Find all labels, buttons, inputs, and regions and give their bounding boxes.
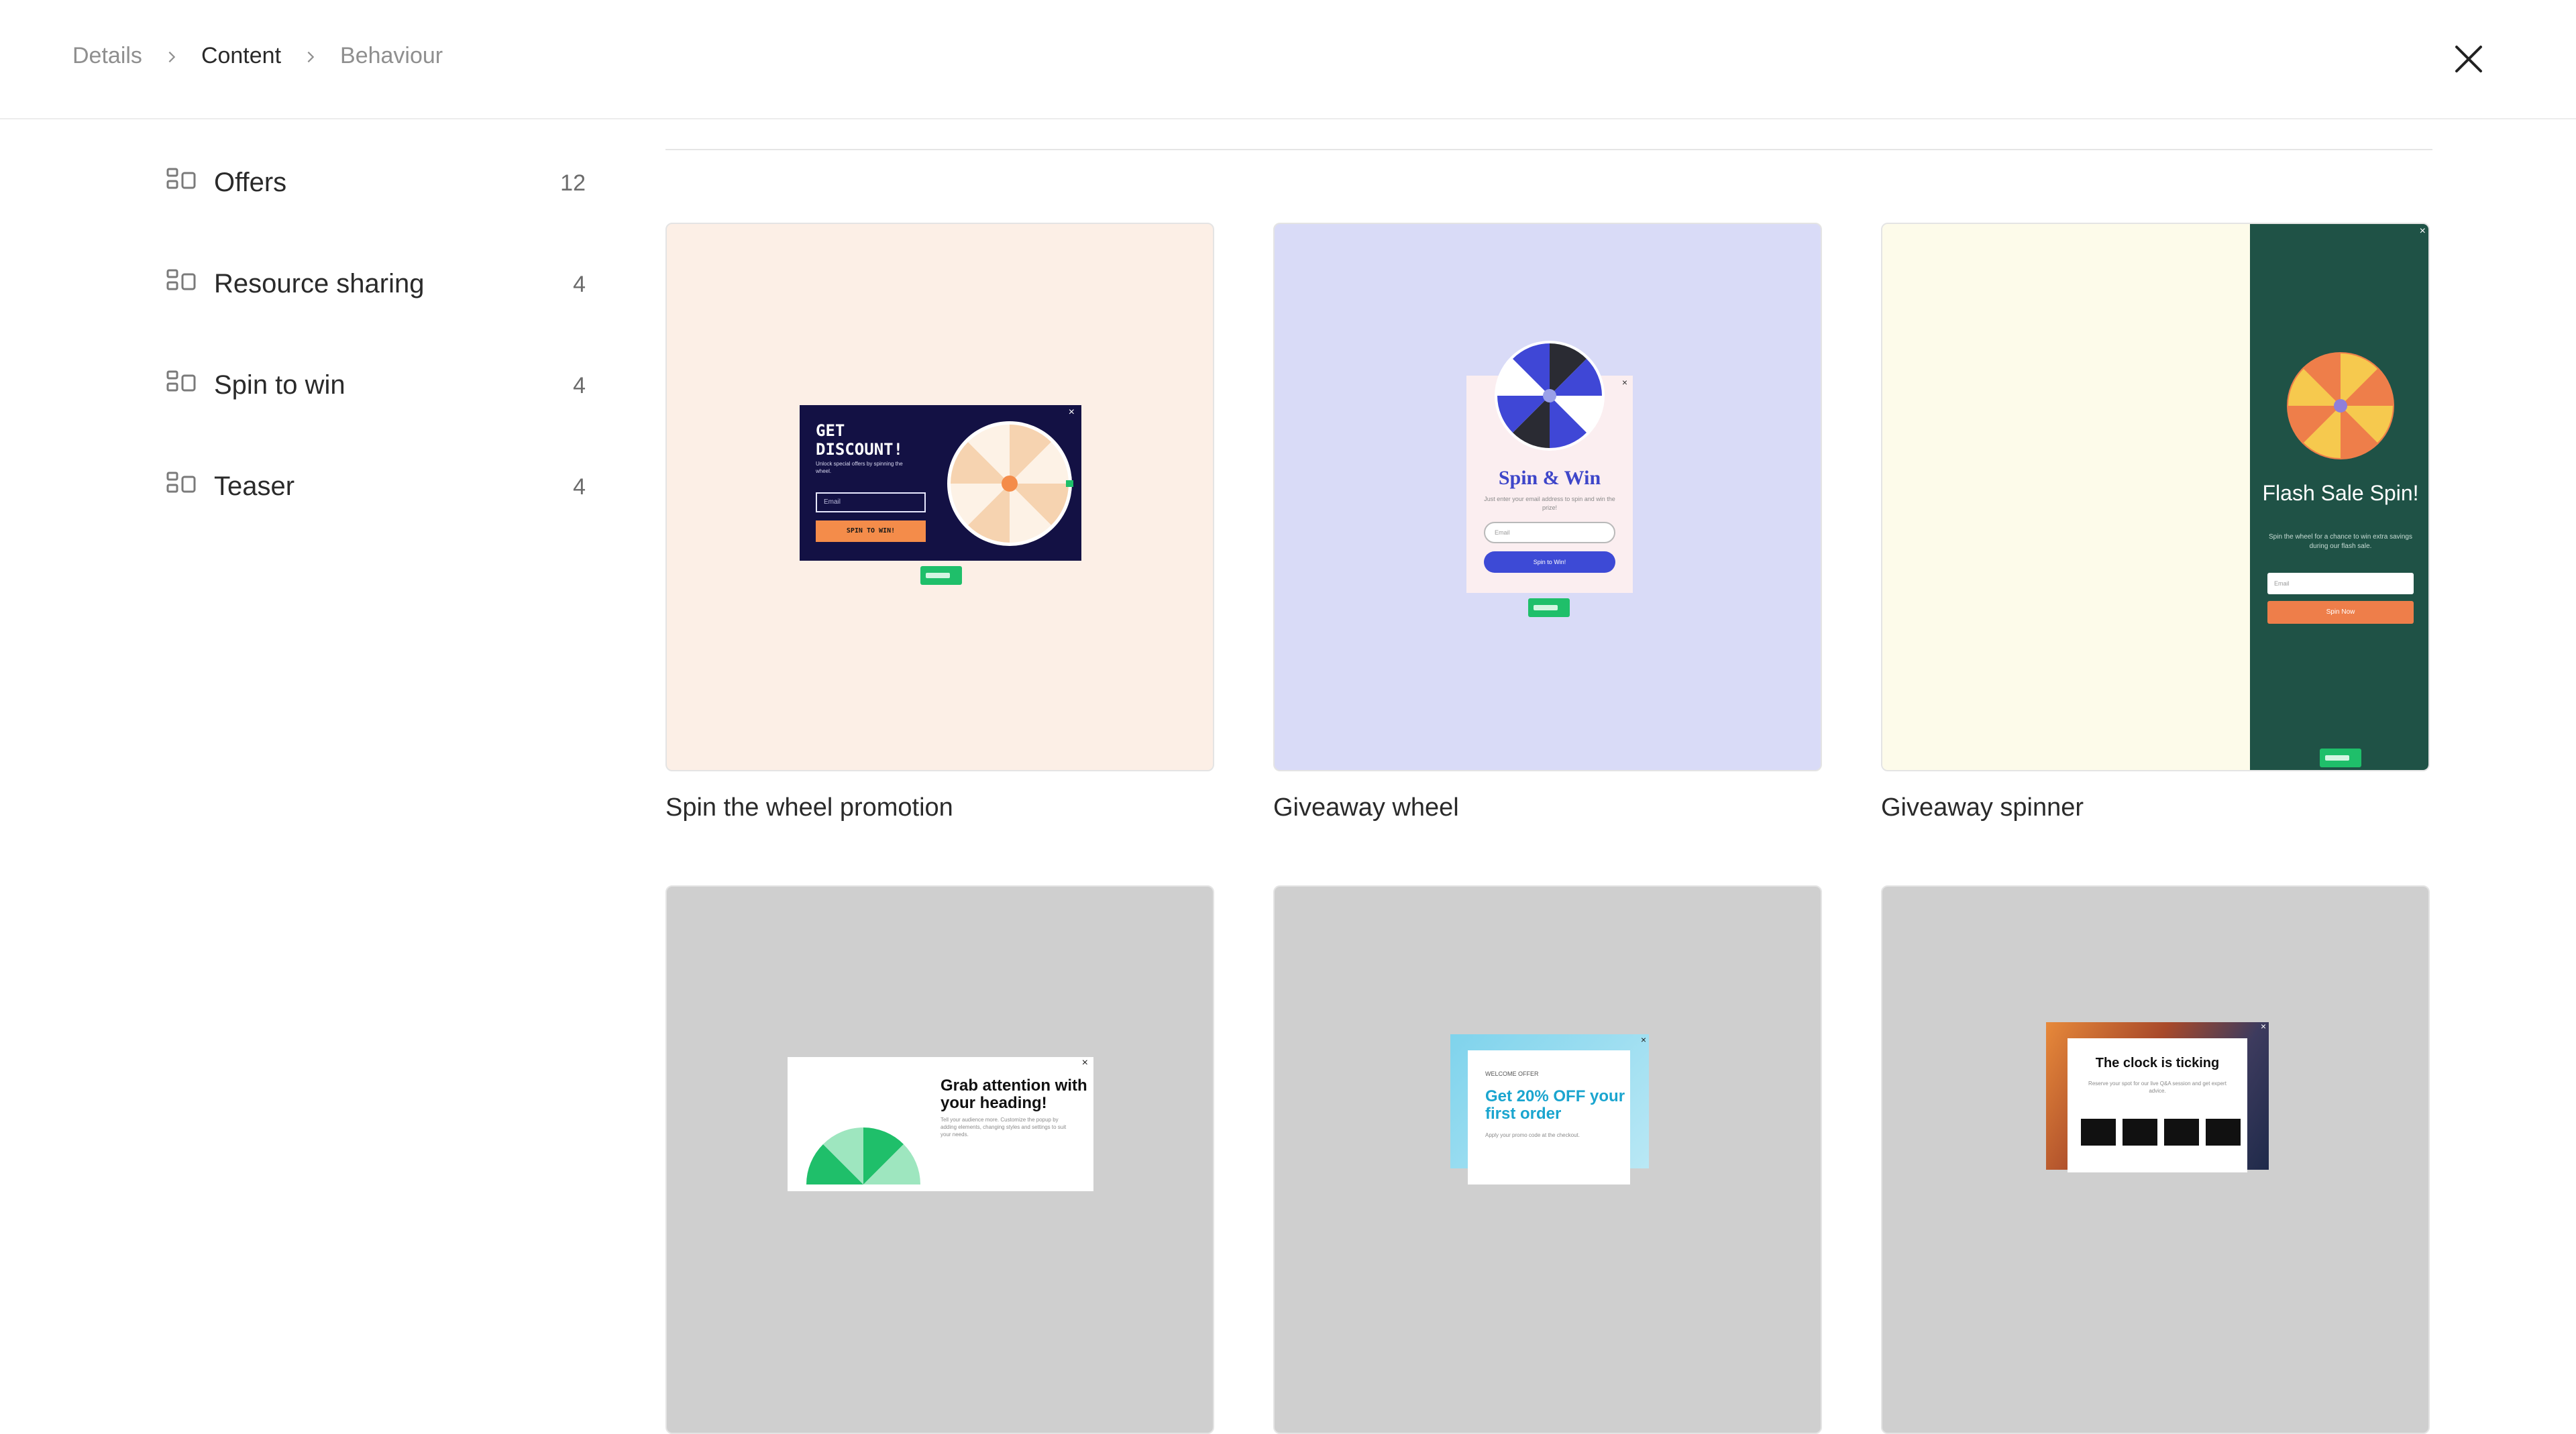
preview-subtext: Tell your audience more. Customize the p… <box>941 1117 1067 1138</box>
preview-email-field: Email <box>2267 573 2414 594</box>
preview-eyebrow: WELCOME OFFER <box>1485 1070 1539 1077</box>
preview-subtext: Apply your promo code at the checkout. <box>1485 1132 1580 1138</box>
close-icon: × <box>2419 225 2426 237</box>
chevron-right-icon <box>281 43 340 69</box>
template-icon <box>166 168 196 189</box>
template-card-welcome-offer[interactable]: × WELCOME OFFER Get 20% OFF your first o… <box>1273 885 1822 1434</box>
sidebar-item-spin-to-win[interactable]: Spin to win 4 <box>166 357 586 458</box>
preview-heading: The clock is ticking <box>2095 1056 2220 1070</box>
breadcrumb-behaviour[interactable]: Behaviour <box>340 43 443 69</box>
preview-button: Spin Now <box>2267 601 2414 624</box>
popup-preview: × WELCOME OFFER Get 20% OFF your first o… <box>1450 1034 1649 1184</box>
countdown-box <box>2206 1119 2241 1146</box>
countdown-boxes <box>2081 1119 2241 1146</box>
template-title: Spin the wheel promotion <box>665 793 953 822</box>
category-sidebar: Offers 12 Resource sharing 4 Spin to win… <box>166 154 586 559</box>
popup-content: The clock is ticking Reserve your spot f… <box>2068 1038 2247 1172</box>
sidebar-item-label: Spin to win <box>214 370 345 400</box>
divider <box>665 149 2432 150</box>
template-card-teaser-wheel[interactable]: × Grab attention with your heading! Tell… <box>665 885 1214 1434</box>
preview-heading: Spin & Win <box>1498 467 1601 489</box>
sidebar-item-count: 4 <box>573 272 586 297</box>
breadcrumb: Details Content Behaviour <box>72 43 443 69</box>
breadcrumb-content[interactable]: Content <box>201 43 281 69</box>
preview-button: SPIN TO WIN! <box>816 520 926 542</box>
wheel-graphic <box>1495 341 1605 451</box>
preview-email-field: Email <box>816 492 926 512</box>
preview-heading: Grab attention with your heading! <box>941 1077 1087 1112</box>
template-card-giveaway-wheel[interactable]: × Spin & Win Just enter your email addre… <box>1273 223 1822 771</box>
popup-preview: × The clock is ticking Reserve your spot… <box>2046 1021 2269 1172</box>
template-icon <box>166 472 196 493</box>
popup-preview: × Grab attention with your heading! Tell… <box>788 1057 1093 1191</box>
sidebar-item-count: 12 <box>560 170 586 196</box>
chevron-right-icon <box>142 43 201 69</box>
close-icon: × <box>1640 1034 1646 1045</box>
popup-content: WELCOME OFFER Get 20% OFF your first ord… <box>1468 1050 1630 1184</box>
wheel-graphic <box>2287 352 2394 459</box>
top-bar: Details Content Behaviour <box>0 0 2576 119</box>
close-icon: × <box>1621 377 1627 388</box>
preview-subtext: Spin the wheel for a chance to win extra… <box>2268 533 2412 550</box>
countdown-box <box>2164 1119 2199 1146</box>
wheel-graphic <box>806 1127 920 1184</box>
template-card-spin-the-wheel[interactable]: × GET DISCOUNT! Unlock special offers by… <box>665 223 1214 771</box>
preview-button: Spin to Win! <box>1484 551 1615 573</box>
branding-badge <box>920 566 962 585</box>
sidebar-item-label: Resource sharing <box>214 269 425 298</box>
template-card-giveaway-spinner[interactable]: × Flash Sale Spin! Spin the wheel for a … <box>1881 223 2430 771</box>
popup-preview: × GET DISCOUNT! Unlock special offers by… <box>800 405 1081 561</box>
close-icon[interactable] <box>2453 43 2485 75</box>
countdown-box <box>2123 1119 2157 1146</box>
preview-background <box>1882 224 2250 770</box>
template-icon <box>166 370 196 392</box>
sidebar-item-count: 4 <box>573 474 586 500</box>
preview-heading: Flash Sale Spin! <box>2262 481 2419 505</box>
template-title: Giveaway wheel <box>1273 793 1459 822</box>
close-icon: × <box>1081 1057 1088 1068</box>
template-card-countdown[interactable]: × The clock is ticking Reserve your spot… <box>1881 885 2430 1434</box>
preview-email-field: Email <box>1484 522 1615 543</box>
sidebar-item-teaser[interactable]: Teaser 4 <box>166 458 586 559</box>
sidebar-item-resource-sharing[interactable]: Resource sharing 4 <box>166 256 586 357</box>
sidebar-item-label: Offers <box>214 168 287 197</box>
close-icon: × <box>1068 406 1075 418</box>
template-title: Giveaway spinner <box>1881 793 2084 822</box>
template-icon <box>166 269 196 290</box>
close-icon: × <box>2260 1021 2266 1032</box>
breadcrumb-details[interactable]: Details <box>72 43 142 69</box>
branding-badge <box>1528 598 1570 617</box>
popup-preview: × Flash Sale Spin! Spin the wheel for a … <box>2250 224 2428 770</box>
preview-subtext: Reserve your spot for our live Q&A sessi… <box>2088 1081 2226 1094</box>
preview-heading: GET DISCOUNT! <box>816 421 904 459</box>
preview-heading: Get 20% OFF your first order <box>1485 1087 1625 1123</box>
branding-badge <box>2320 749 2361 767</box>
countdown-box <box>2081 1119 2116 1146</box>
sidebar-item-label: Teaser <box>214 472 295 501</box>
wheel-graphic <box>947 421 1073 546</box>
sidebar-item-count: 4 <box>573 373 586 398</box>
preview-subtext: Just enter your email address to spin an… <box>1484 496 1615 511</box>
preview-subtext: Unlock special offers by spinning the wh… <box>816 461 903 474</box>
sidebar-item-offers[interactable]: Offers 12 <box>166 154 586 256</box>
